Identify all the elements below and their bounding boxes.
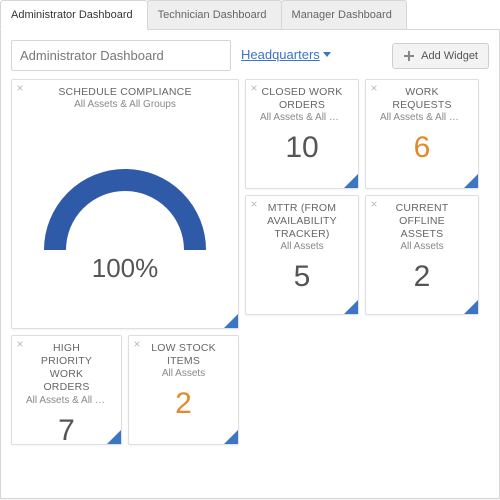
widget-work-requests: × WORK REQUESTS All Assets & All Gro... … — [365, 79, 479, 189]
widget-value: 2 — [129, 381, 238, 425]
widget-subtitle: All Assets — [246, 241, 358, 254]
dashboard-title-input[interactable] — [11, 40, 231, 71]
close-icon[interactable]: × — [14, 82, 26, 94]
widget-grid: × SCHEDULE COMPLIANCE All Assets & All G… — [11, 79, 489, 499]
widget-subtitle: All Assets & All Gro... — [366, 112, 478, 125]
widget-value: 2 — [366, 254, 478, 298]
widget-mttr: × MTTR (FROM AVAILABILITY TRACKER) All A… — [245, 195, 359, 315]
widget-offline-assets: × CURRENT OFFLINE ASSETS All Assets 2 — [365, 195, 479, 315]
widget-title: HIGH PRIORITY WORK ORDERS — [12, 336, 121, 395]
widget-subtitle: All Assets — [129, 368, 238, 381]
tab-bar: Administrator Dashboard Technician Dashb… — [0, 0, 500, 30]
resize-handle[interactable] — [344, 174, 358, 188]
close-icon[interactable]: × — [368, 82, 380, 94]
widget-subtitle: All Assets & All Gro... — [12, 395, 121, 408]
widget-schedule-compliance: × SCHEDULE COMPLIANCE All Assets & All G… — [11, 79, 239, 329]
resize-handle[interactable] — [344, 300, 358, 314]
tab-manager-dashboard[interactable]: Manager Dashboard — [281, 0, 407, 30]
widget-value: 10 — [246, 125, 358, 169]
widget-title: LOW STOCK ITEMS — [129, 336, 238, 368]
resize-handle[interactable] — [464, 300, 478, 314]
add-widget-label: Add Widget — [421, 50, 478, 62]
location-label: Headquarters — [241, 47, 320, 62]
widget-subtitle: All Assets — [366, 241, 478, 254]
resize-handle[interactable] — [224, 314, 238, 328]
resize-handle[interactable] — [224, 430, 238, 444]
resize-handle[interactable] — [107, 430, 121, 444]
widget-title: WORK REQUESTS — [366, 80, 478, 112]
widget-subtitle: All Assets & All Gro... — [246, 112, 358, 125]
chevron-down-icon — [323, 52, 331, 57]
widget-value: 7 — [12, 408, 121, 452]
widget-high-priority: × HIGH PRIORITY WORK ORDERS All Assets &… — [11, 335, 122, 445]
widget-title: MTTR (FROM AVAILABILITY TRACKER) — [246, 196, 358, 241]
widget-subtitle: All Assets & All Groups — [12, 99, 238, 112]
close-icon[interactable]: × — [248, 82, 260, 94]
close-icon[interactable]: × — [368, 198, 380, 210]
plus-icon — [403, 50, 415, 62]
dashboard-panel: Headquarters Add Widget × SCHEDULE COMPL… — [0, 29, 500, 499]
widget-title: CLOSED WORK ORDERS — [246, 80, 358, 112]
widget-value: 6 — [366, 125, 478, 169]
gauge-value: 100% — [12, 253, 238, 284]
toolbar: Headquarters Add Widget — [11, 40, 489, 71]
close-icon[interactable]: × — [248, 198, 260, 210]
widget-title: SCHEDULE COMPLIANCE — [12, 80, 238, 99]
widget-closed-work-orders: × CLOSED WORK ORDERS All Assets & All Gr… — [245, 79, 359, 189]
location-dropdown[interactable]: Headquarters — [241, 47, 331, 64]
close-icon[interactable]: × — [131, 338, 143, 350]
widget-value: 5 — [246, 254, 358, 298]
tab-technician-dashboard[interactable]: Technician Dashboard — [147, 0, 282, 30]
widget-title: CURRENT OFFLINE ASSETS — [366, 196, 478, 241]
resize-handle[interactable] — [464, 174, 478, 188]
widget-low-stock: × LOW STOCK ITEMS All Assets 2 — [128, 335, 239, 445]
tab-admin-dashboard[interactable]: Administrator Dashboard — [0, 0, 148, 30]
close-icon[interactable]: × — [14, 338, 26, 350]
add-widget-button[interactable]: Add Widget — [392, 43, 489, 69]
